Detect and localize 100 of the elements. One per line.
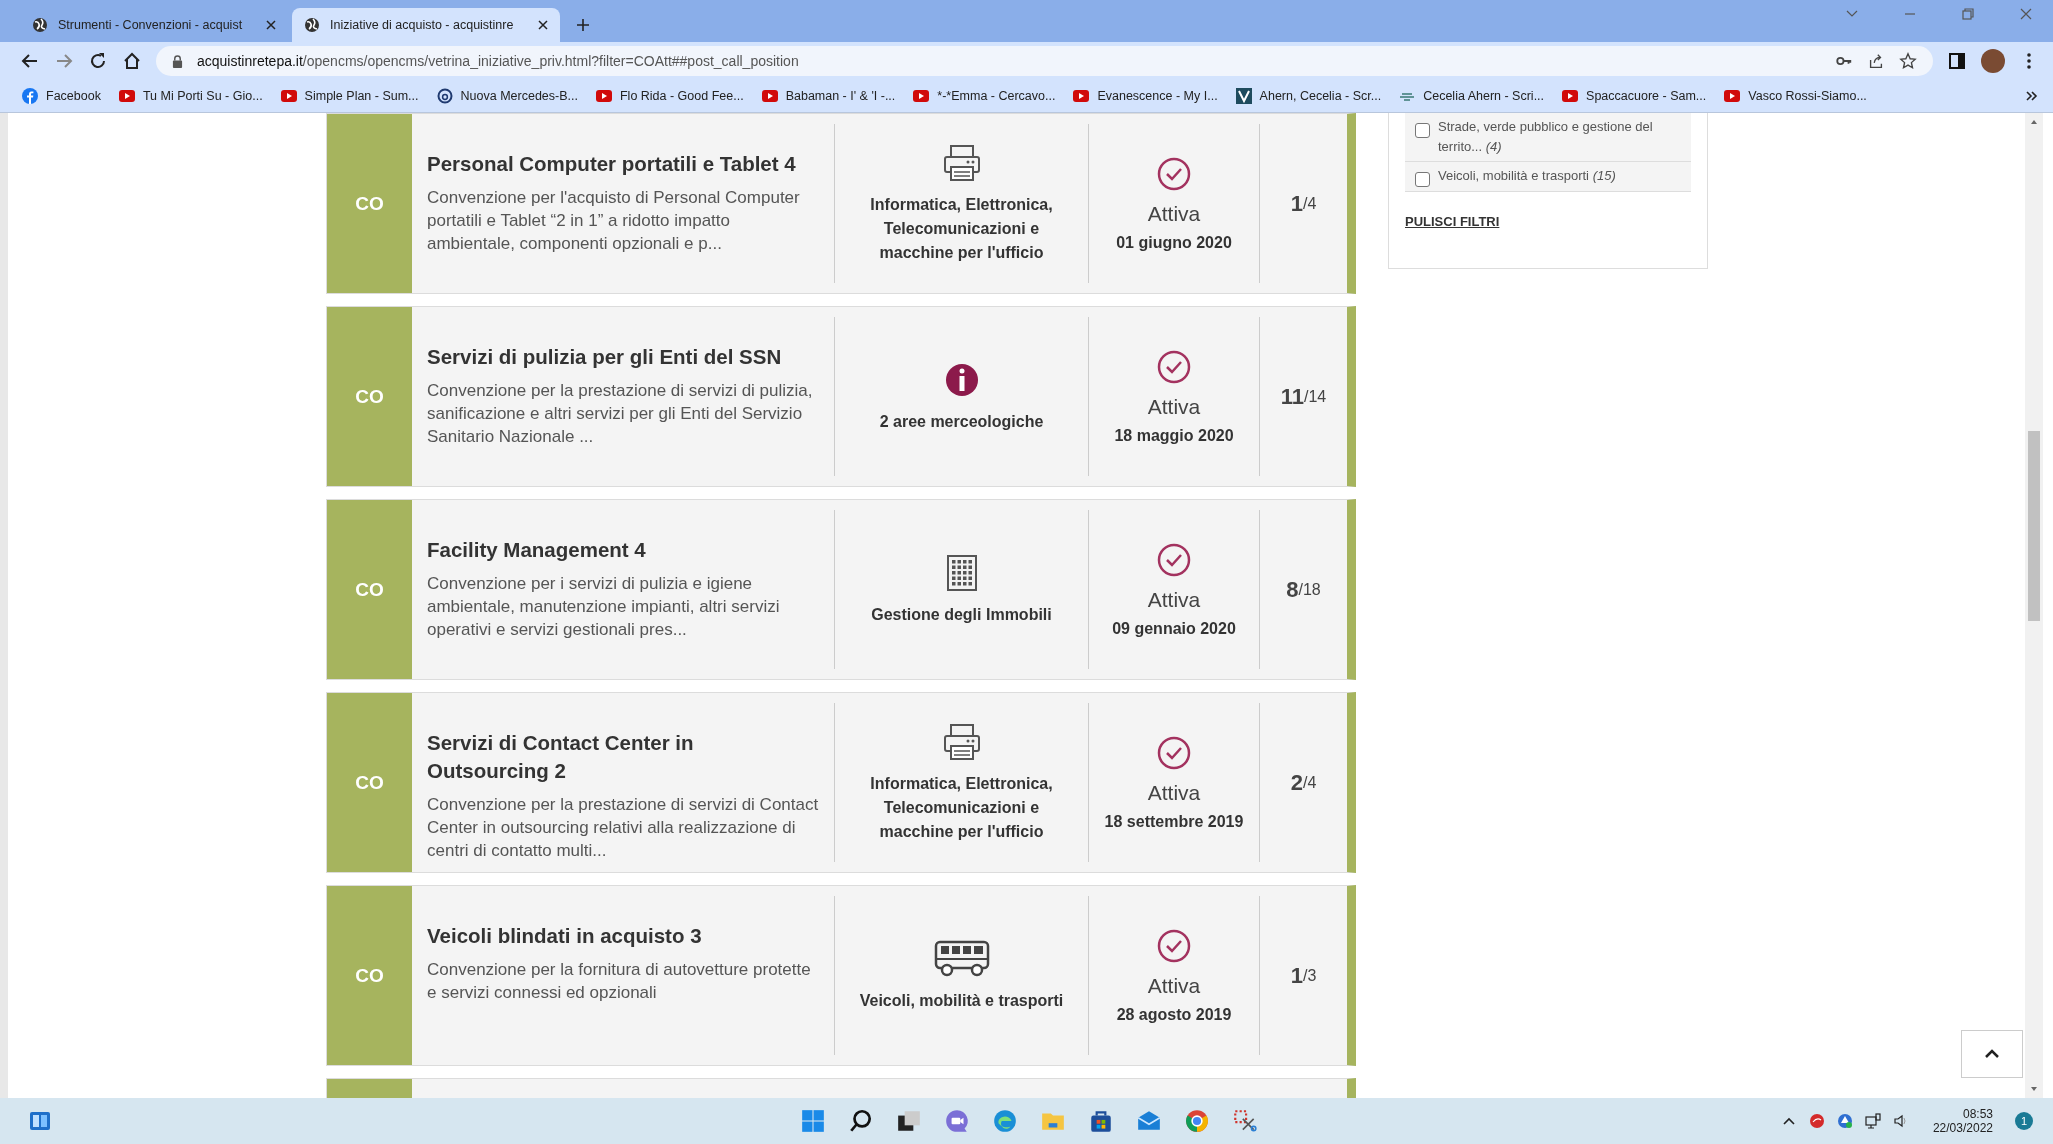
initiative-card[interactable] bbox=[326, 113, 1356, 294]
facebook-icon bbox=[22, 88, 38, 104]
lock-icon bbox=[172, 54, 183, 68]
bookmark-label: Tu Mi Porti Su - Gio... bbox=[142, 89, 263, 103]
play-icon bbox=[913, 88, 930, 104]
play-icon bbox=[1562, 88, 1579, 104]
card-title[interactable]: Servizi di Contact Center in Outsourcing 2 bbox=[427, 729, 820, 785]
play-icon bbox=[761, 88, 778, 104]
scrollbar[interactable] bbox=[2025, 113, 2043, 1098]
type-badge: CO bbox=[327, 114, 412, 293]
bookmark[interactable]: Ahern, Cecelia - Scr... bbox=[1235, 88, 1382, 104]
bookmark[interactable]: Evanescence - My I... bbox=[1073, 88, 1218, 104]
bookmark-label: Evanescence - My I... bbox=[1097, 89, 1218, 103]
home-icon[interactable] bbox=[122, 51, 142, 71]
status-date: 28 agosto 2019 bbox=[1116, 1005, 1232, 1024]
initiative-card[interactable] bbox=[326, 692, 1356, 873]
store-icon[interactable] bbox=[1088, 1108, 1114, 1134]
card-title[interactable]: Personal Computer portatili e Tablet 4 bbox=[427, 150, 820, 178]
bookmark-label: Flo Rida - Good Fee... bbox=[619, 89, 744, 103]
bookmark[interactable]: Spaccacuore - Sam... bbox=[1562, 88, 1707, 104]
bookmark[interactable]: *-*Emma - Cercavo... bbox=[913, 88, 1056, 104]
share-icon[interactable] bbox=[1867, 52, 1885, 70]
bookmark-label: Nuova Mercedes-B... bbox=[460, 89, 578, 103]
bookmark-label: Ahern, Cecelia - Scr... bbox=[1259, 89, 1382, 103]
chrome-icon[interactable] bbox=[1184, 1108, 1210, 1134]
browser-icon[interactable] bbox=[992, 1108, 1018, 1134]
initiative-card[interactable]: CO Veicoli blindati in acquisto 3 Convenzione per la fornitura di autovetture protette e servizi connessi ed opzionali Veicoli, mobilità e trasporti Attiva 28 agosto 2019 1/3 bbox=[326, 885, 1356, 1066]
star-icon[interactable] bbox=[1899, 52, 1917, 70]
network-icon[interactable] bbox=[1864, 1113, 1881, 1129]
printer-icon bbox=[941, 721, 982, 762]
lot-count: 1 bbox=[1290, 190, 1303, 217]
sync-icon[interactable] bbox=[1836, 1113, 1853, 1129]
antivirus-icon[interactable] bbox=[1808, 1113, 1825, 1129]
category-label: Informatica, Elettronica, Telecomunicazioni e macchine per l'ufficio bbox=[869, 194, 1054, 263]
bookmark[interactable]: Cecelia Ahern - Scri... bbox=[1399, 88, 1545, 104]
card-description: Convenzione per l'acquisto di Personal Computer portatili e Tablet “2 in 1” a ridotto impatto ambientale, componenti opzionali e p... bbox=[427, 187, 801, 255]
chat-icon[interactable] bbox=[944, 1108, 970, 1134]
close-icon[interactable] bbox=[538, 20, 548, 30]
filter-label: Veicoli, mobilità e trasporti (15) bbox=[1438, 167, 1616, 185]
initiative-card[interactable] bbox=[326, 499, 1356, 680]
bookmark[interactable]: Tu Mi Porti Su - Gio... bbox=[118, 88, 263, 104]
speaker-icon[interactable] bbox=[1892, 1113, 1909, 1129]
bookmark-label: Spaccacuore - Sam... bbox=[1586, 89, 1707, 103]
filter-label: Strade, verde pubblico e gestione del territo... (4) bbox=[1438, 118, 1654, 156]
status-label: Attiva bbox=[1147, 394, 1201, 419]
bookmark[interactable]: Facebook bbox=[22, 88, 101, 104]
checkbox[interactable] bbox=[1415, 123, 1430, 138]
restore-icon[interactable] bbox=[1961, 7, 1975, 21]
type-badge: CO bbox=[327, 500, 412, 679]
category-label: 2 aree merceologiche bbox=[879, 411, 1044, 432]
new-tab-icon[interactable] bbox=[576, 18, 590, 32]
task-view-icon[interactable] bbox=[896, 1108, 922, 1134]
card-description: Convenzione per la prestazione di servizi di Contact Center in outsourcing relativi alla realizzazione di centri di contatto multi... bbox=[427, 794, 820, 862]
avatar[interactable] bbox=[1981, 49, 2005, 73]
globe-icon bbox=[304, 17, 320, 33]
notification-badge[interactable]: 1 bbox=[2015, 1112, 2033, 1130]
ring-icon bbox=[436, 88, 453, 104]
play-icon bbox=[595, 88, 612, 104]
lot-total: /3 bbox=[1302, 966, 1317, 985]
bookmark[interactable]: Vasco Rossi-Siamo... bbox=[1724, 88, 1867, 104]
category-label: Gestione degli Immobili bbox=[871, 604, 1052, 625]
printer-icon bbox=[941, 142, 982, 183]
close-icon[interactable] bbox=[266, 20, 276, 30]
start-icon[interactable] bbox=[800, 1108, 826, 1134]
card-title[interactable]: Facility Management 4 bbox=[427, 536, 820, 564]
play-icon bbox=[1724, 88, 1741, 104]
bookmark-label: Babaman - I' & 'I -... bbox=[785, 89, 896, 103]
clock[interactable]: 08:53 22/03/2022 bbox=[1932, 1107, 1993, 1135]
side-panel-icon[interactable] bbox=[1947, 51, 1967, 71]
lot-total: /14 bbox=[1304, 387, 1327, 406]
card-title[interactable]: Veicoli blindati in acquisto 3 bbox=[427, 922, 820, 950]
bookmark-label: Simple Plan - Sum... bbox=[304, 89, 419, 103]
lot-count: 8 bbox=[1286, 576, 1299, 603]
bookmark[interactable]: Nuova Mercedes-B... bbox=[436, 88, 578, 104]
browser-tab[interactable]: Iniziative di acquisto - acquistinre bbox=[292, 8, 560, 42]
more-bookmarks-icon[interactable] bbox=[2025, 89, 2039, 103]
bookmark[interactable]: Babaman - I' & 'I -... bbox=[761, 88, 896, 104]
lot-total: /4 bbox=[1302, 194, 1317, 213]
bookmark[interactable]: Simple Plan - Sum... bbox=[280, 88, 419, 104]
bookmark-label: Cecelia Ahern - Scri... bbox=[1423, 89, 1545, 103]
bookmark-label: Facebook bbox=[46, 89, 101, 103]
clock-date: 22/03/2022 bbox=[1932, 1121, 1993, 1135]
checkbox[interactable] bbox=[1415, 172, 1430, 187]
reload-icon[interactable] bbox=[88, 51, 108, 71]
search-icon[interactable] bbox=[848, 1108, 874, 1134]
scissors-icon[interactable] bbox=[1232, 1108, 1258, 1134]
bookmark-label: Vasco Rossi-Siamo... bbox=[1748, 89, 1867, 103]
type-badge: CO bbox=[327, 307, 412, 486]
clear-filters-link[interactable]: PULISCI FILTRI bbox=[1405, 214, 1500, 229]
address-bar[interactable]: acquistinretepa.it/opencms/opencms/vetrina_iniziative_priv.html?filter=COAtt##post_call_position bbox=[156, 46, 1933, 76]
initiative-card[interactable] bbox=[326, 306, 1356, 487]
status-date: 18 maggio 2020 bbox=[1114, 426, 1234, 445]
bookmark[interactable]: Flo Rida - Good Fee... bbox=[595, 88, 744, 104]
bookmark-label: *-*Emma - Cercavo... bbox=[937, 89, 1056, 103]
widgets-icon[interactable] bbox=[28, 1109, 52, 1133]
browser-tab[interactable]: Strumenti - Convenzioni - acquist bbox=[20, 8, 288, 42]
card-title[interactable]: Servizi di pulizia per gli Enti del SSN bbox=[427, 343, 820, 371]
scroll-thumb[interactable] bbox=[2028, 431, 2040, 621]
lot-count: 2 bbox=[1290, 769, 1303, 796]
lot-count: 11 bbox=[1280, 383, 1304, 410]
